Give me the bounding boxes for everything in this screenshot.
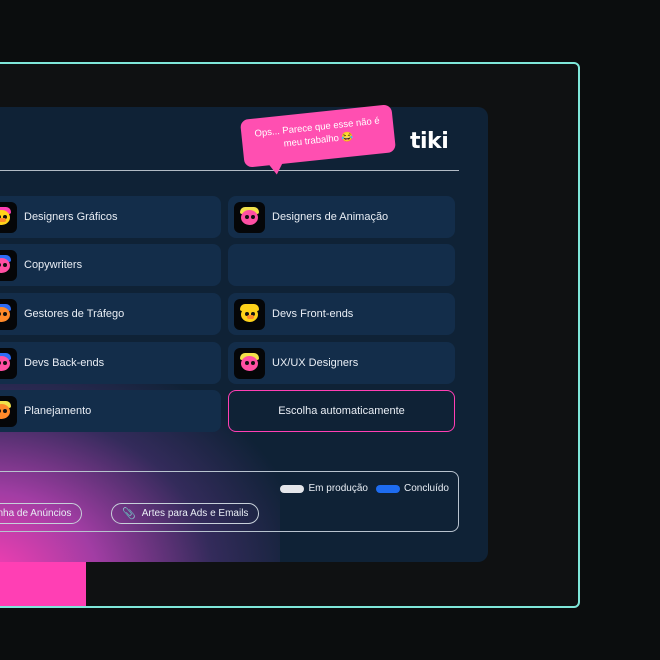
orange-face-yellow-hair-avatar-icon — [0, 395, 17, 427]
tooltip-text: Ops... Parece que esse não é meu trabalh… — [254, 115, 381, 150]
role-label: Designers de Animação — [272, 211, 389, 223]
tiki-logo: tiki — [410, 129, 449, 154]
legend-in-production[interactable]: Em produção — [280, 483, 368, 494]
legend-label: Em produção — [308, 483, 368, 494]
role-label: Designers Gráficos — [24, 211, 118, 223]
status-filter-box: Em produção Concluído mpanha de Anúncios… — [0, 471, 459, 532]
header-divider — [0, 170, 459, 171]
pink-face-blue-hair-avatar-icon — [0, 347, 17, 379]
role-gestores-trafego[interactable]: Gestores de Tráfego — [0, 293, 221, 335]
yellow-duck-avatar-icon — [234, 298, 265, 330]
auto-choose-button[interactable]: Escolha automaticamente — [228, 390, 455, 432]
pink-face-yellow-hair-avatar-icon — [234, 347, 265, 379]
role-copywriters[interactable]: Copywriters — [0, 244, 221, 286]
team-selection-panel: tiki Designers Gráficos Designers de Ani… — [0, 107, 488, 562]
chip-label: mpanha de Anúncios — [0, 508, 72, 519]
chip-artes-ads-emails[interactable]: 📎 Artes para Ads e Emails — [111, 503, 260, 524]
role-devs-front-ends[interactable]: Devs Front-ends — [228, 293, 455, 335]
orange-face-blue-hair-avatar-icon — [0, 298, 17, 330]
chip-label: Artes para Ads e Emails — [141, 508, 249, 519]
role-label: Devs Back-ends — [24, 357, 105, 369]
paperclip-icon: 📎 — [122, 508, 136, 520]
role-empty-slot[interactable] — [228, 244, 455, 286]
pink-face-blue-hair-avatar-icon — [0, 249, 17, 281]
role-label: Devs Front-ends — [272, 308, 354, 320]
status-legend: Em produção Concluído — [280, 483, 449, 494]
chip-campanha-anuncios[interactable]: mpanha de Anúncios — [0, 503, 83, 524]
role-devs-back-ends[interactable]: Devs Back-ends — [0, 342, 221, 384]
role-label: UX/UX Designers — [272, 357, 359, 369]
auto-choose-label: Escolha automaticamente — [278, 405, 405, 417]
pink-face-avatar-icon — [234, 201, 265, 233]
in-production-swatch-icon — [280, 484, 305, 493]
role-label: Copywriters — [24, 259, 83, 271]
role-planejamento[interactable]: Planejamento — [0, 390, 221, 432]
legend-label: Concluído — [403, 483, 449, 494]
role-designers-graficos[interactable]: Designers Gráficos — [0, 196, 221, 238]
role-label: Gestores de Tráfego — [24, 308, 125, 320]
role-designers-animacao[interactable]: Designers de Animação — [228, 196, 455, 238]
role-ux-designers[interactable]: UX/UX Designers — [228, 342, 455, 384]
yellow-duck-avatar-icon — [0, 201, 17, 233]
pink-decoration — [0, 562, 86, 606]
legend-completed[interactable]: Concluído — [375, 483, 449, 494]
role-label: Planejamento — [24, 405, 92, 417]
completed-swatch-icon — [375, 484, 400, 493]
